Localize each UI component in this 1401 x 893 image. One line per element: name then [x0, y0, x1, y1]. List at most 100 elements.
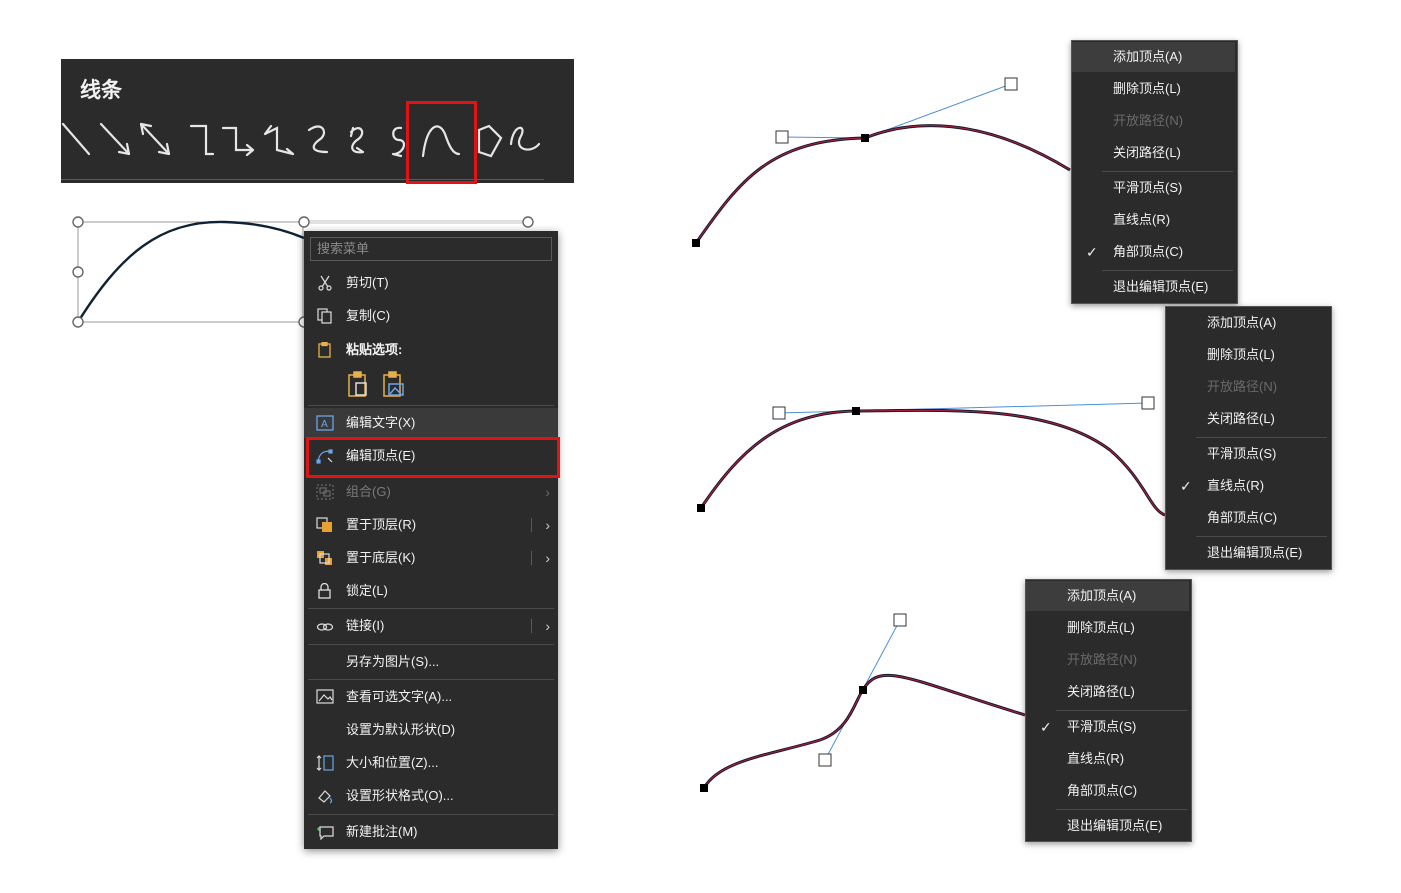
control-handle[interactable]: [818, 753, 832, 767]
elbow-double-arrow-connector-icon[interactable]: [263, 124, 295, 156]
paste-as-picture-icon[interactable]: [381, 371, 405, 399]
search-menu-input[interactable]: 搜索菜单: [310, 237, 552, 261]
corner-point-item[interactable]: 角部顶点(C): [1166, 503, 1329, 533]
menu-separator: [308, 679, 554, 680]
resize-handle[interactable]: [298, 216, 310, 228]
bring-to-front-menu-item[interactable]: 置于顶层(R) ›: [304, 510, 558, 540]
open-path-label: 开放路径(N): [1113, 113, 1184, 128]
straight-point-item[interactable]: 直线点(R): [1026, 744, 1189, 774]
menu-separator: [1056, 809, 1187, 810]
new-comment-menu-item[interactable]: 新建批注(M): [304, 817, 558, 847]
view-alt-text-menu-item[interactable]: 查看可选文字(A)...: [304, 682, 558, 712]
format-shape-menu-item[interactable]: 设置形状格式(O)...: [304, 781, 558, 811]
lines-title: 线条: [80, 79, 122, 102]
paste-options-header: 粘贴选项:: [304, 335, 558, 365]
control-handle[interactable]: [893, 613, 907, 627]
elbow-arrow-connector-icon[interactable]: [221, 126, 255, 157]
open-path-item[interactable]: 开放路径(N): [1026, 645, 1189, 675]
link-menu-item[interactable]: 链接(I) ›: [304, 611, 558, 641]
resize-handle[interactable]: [522, 216, 534, 228]
edit-text-menu-item[interactable]: A 编辑文字(X): [304, 408, 558, 438]
send-to-back-label: 置于底层(K): [346, 550, 416, 565]
close-path-item[interactable]: 关闭路径(L): [1072, 138, 1235, 168]
menu-separator: [308, 644, 554, 645]
elbow-connector-icon[interactable]: [189, 124, 215, 156]
straight-point-item[interactable]: ✓ 直线点(R): [1166, 471, 1329, 501]
exit-edit-vertices-item[interactable]: 退出编辑顶点(E): [1072, 272, 1235, 302]
add-vertex-item[interactable]: 添加顶点(A): [1026, 581, 1189, 611]
menu-separator: [1196, 536, 1327, 537]
resize-handle[interactable]: [72, 216, 84, 228]
delete-vertex-item[interactable]: 删除顶点(L): [1072, 74, 1235, 104]
open-path-item[interactable]: 开放路径(N): [1072, 106, 1235, 136]
vertex-point[interactable]: [859, 686, 867, 694]
scribble-shape-icon[interactable]: [509, 126, 541, 151]
paste-keep-formatting-icon[interactable]: [346, 371, 370, 399]
cut-menu-item[interactable]: 剪切(T): [304, 268, 558, 298]
line-arrow-shape-icon[interactable]: [99, 122, 131, 156]
smooth-point-item[interactable]: 平滑顶点(S): [1166, 439, 1329, 469]
line-shape-icon[interactable]: [61, 122, 91, 156]
corner-point-item[interactable]: 角部顶点(C): [1026, 776, 1189, 806]
curve-path[interactable]: [76, 220, 305, 323]
smooth-point-item[interactable]: 平滑顶点(S): [1072, 173, 1235, 203]
lock-icon: [318, 583, 331, 599]
copy-menu-item[interactable]: 复制(C): [304, 301, 558, 331]
straight-point-item[interactable]: 直线点(R): [1072, 205, 1235, 235]
group-menu-item[interactable]: 组合(G) ›: [304, 477, 558, 507]
control-handle[interactable]: [1141, 396, 1155, 410]
delete-vertex-item[interactable]: 删除顶点(L): [1026, 613, 1189, 643]
open-path-item[interactable]: 开放路径(N): [1166, 372, 1329, 402]
menu-separator: [308, 814, 554, 815]
add-vertex-item[interactable]: 添加顶点(A): [1072, 42, 1235, 72]
vertex-point[interactable]: [697, 504, 705, 512]
send-to-back-menu-item[interactable]: 置于底层(K) ›: [304, 543, 558, 573]
close-path-item[interactable]: 关闭路径(L): [1166, 404, 1329, 434]
close-path-item[interactable]: 关闭路径(L): [1026, 677, 1189, 707]
delete-vertex-item[interactable]: 删除顶点(L): [1166, 340, 1329, 370]
size-position-icon: [316, 755, 334, 771]
delete-vertex-label: 删除顶点(L): [1067, 620, 1135, 635]
submenu-arrow-icon[interactable]: ›: [545, 611, 550, 641]
curved-connector-icon[interactable]: [307, 125, 329, 154]
control-handle[interactable]: [772, 406, 786, 420]
resize-handle[interactable]: [72, 316, 84, 328]
save-as-picture-menu-item[interactable]: 另存为图片(S)...: [304, 647, 558, 677]
curved-arrow-connector-icon[interactable]: [349, 126, 365, 154]
menu-separator: [1102, 270, 1233, 271]
smooth-point-label: 平滑顶点(S): [1113, 180, 1183, 195]
exit-edit-vertices-item[interactable]: 退出编辑顶点(E): [1166, 538, 1329, 568]
menu-separator: [308, 405, 554, 406]
size-position-menu-item[interactable]: 大小和位置(Z)...: [304, 748, 558, 778]
line-double-arrow-shape-icon[interactable]: [139, 122, 171, 156]
copy-icon: [317, 308, 332, 324]
freeform-shape-icon[interactable]: [477, 124, 503, 158]
exit-edit-vertices-label: 退出编辑顶点(E): [1067, 818, 1163, 833]
bring-to-front-label: 置于顶层(R): [346, 517, 417, 532]
set-default-shape-menu-item[interactable]: 设置为默认形状(D): [304, 715, 558, 745]
lock-menu-item[interactable]: 锁定(L): [304, 576, 558, 606]
vertex-point[interactable]: [861, 134, 869, 142]
submenu-arrow-icon[interactable]: ›: [545, 510, 550, 540]
control-handle[interactable]: [1004, 77, 1018, 91]
resize-handle[interactable]: [72, 266, 84, 278]
menu-separator: [1102, 171, 1233, 172]
smooth-point-item[interactable]: ✓ 平滑顶点(S): [1026, 712, 1189, 742]
bring-to-front-icon: [316, 517, 332, 532]
text-box-icon: A: [316, 415, 334, 431]
new-comment-label: 新建批注(M): [346, 824, 418, 839]
vertex-point[interactable]: [700, 784, 708, 792]
control-handle[interactable]: [775, 130, 789, 144]
corner-point-label: 角部顶点(C): [1207, 510, 1278, 525]
submenu-arrow-icon[interactable]: ›: [545, 543, 550, 573]
add-vertex-item[interactable]: 添加顶点(A): [1166, 308, 1329, 338]
vertex-point[interactable]: [692, 239, 700, 247]
corner-point-label: 角部顶点(C): [1067, 783, 1138, 798]
group-icon: [316, 484, 334, 500]
edit-text-label: 编辑文字(X): [346, 415, 416, 430]
curved-double-arrow-connector-icon[interactable]: [391, 126, 405, 158]
vertex-menu-straight: 添加顶点(A) 删除顶点(L) 开放路径(N) 关闭路径(L) 平滑顶点(S) …: [1165, 306, 1332, 570]
vertex-point[interactable]: [852, 407, 860, 415]
exit-edit-vertices-item[interactable]: 退出编辑顶点(E): [1026, 811, 1189, 841]
corner-point-item[interactable]: ✓ 角部顶点(C): [1072, 237, 1235, 267]
